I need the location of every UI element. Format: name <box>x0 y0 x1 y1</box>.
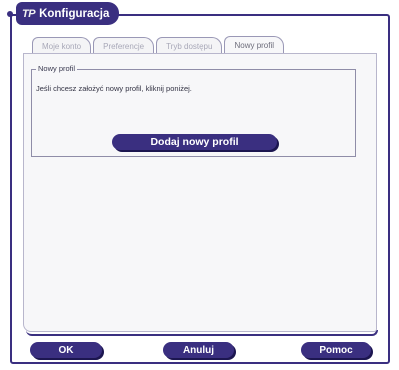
group-description: Jeśli chcesz założyć nowy profil, klikni… <box>36 84 192 93</box>
title-bar-end-dot <box>109 11 115 17</box>
help-button[interactable]: Pomoc <box>301 342 371 358</box>
ok-button[interactable]: OK <box>30 342 102 358</box>
tab-preferencje[interactable]: Preferencje <box>93 37 155 54</box>
group-title: Nowy profil <box>36 64 78 73</box>
app-logo: TP <box>22 7 36 20</box>
title-bar-start-dot <box>7 11 13 17</box>
tab-moje-konto[interactable]: Moje konto <box>32 37 92 54</box>
tab-bar: Moje konto Preferencje Tryb dostępu Nowy… <box>32 36 286 54</box>
cancel-button[interactable]: Anuluj <box>163 342 234 358</box>
tab-tryb-dostepu[interactable]: Tryb dostępu <box>156 37 223 54</box>
tab-nowy-profil[interactable]: Nowy profil <box>224 36 285 54</box>
add-profile-button[interactable]: Dodaj nowy profil <box>112 134 277 150</box>
window-title: Konfiguracja <box>39 7 110 20</box>
window-title-bar: TP Konfiguracja <box>16 2 120 25</box>
